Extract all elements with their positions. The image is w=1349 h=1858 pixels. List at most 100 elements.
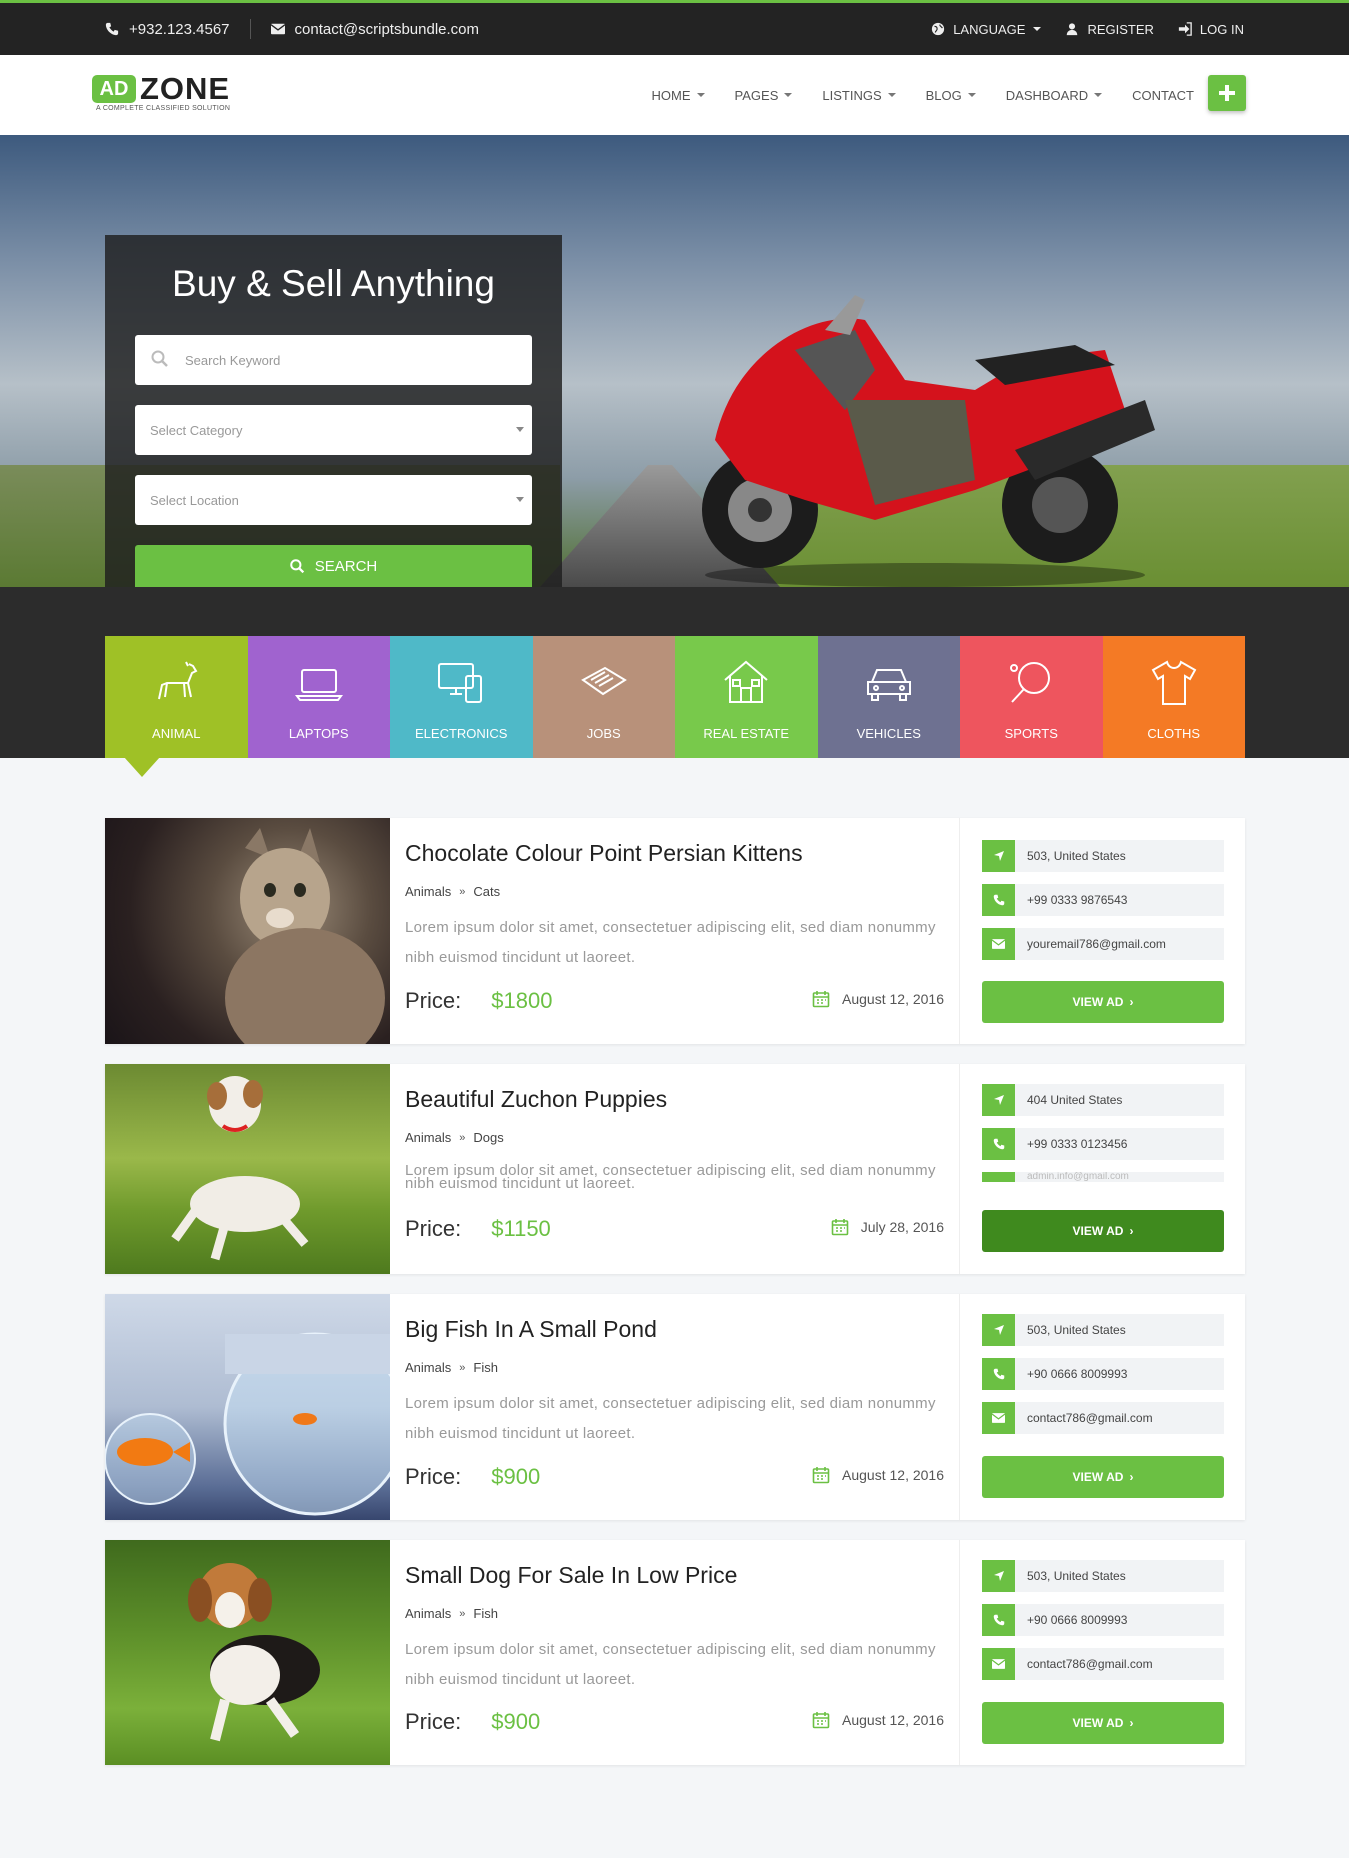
location-text: 404 United States [1027, 1093, 1123, 1107]
listing-title[interactable]: Beautiful Zuchon Puppies [405, 1086, 667, 1113]
view-ad-button[interactable]: VIEW AD › [982, 1210, 1224, 1252]
laptop-icon [294, 669, 343, 701]
category-link[interactable]: Animals [405, 1360, 451, 1375]
search-button[interactable]: SEARCH [135, 545, 532, 587]
nav-listings-label: LISTINGS [822, 87, 882, 103]
email-address: contact@scriptsbundle.com [294, 20, 480, 38]
category-link[interactable]: Animals [405, 1130, 451, 1145]
nav-listings[interactable]: LISTINGS [822, 87, 896, 103]
email-row: contact786@gmail.com [982, 1648, 1224, 1680]
divider [249, 19, 251, 39]
phone-contact[interactable]: +932.123.4567 [105, 21, 230, 38]
listing-card: Beautiful Zuchon Puppies Animals » Dogs … [105, 1064, 1245, 1274]
category-jobs[interactable]: JOBS [532, 636, 675, 758]
top-bar: +932.123.4567 contact@scriptsbundle.com … [0, 0, 1349, 55]
fishbowl-image [105, 1332, 390, 1516]
chevron-right-icon: › [1129, 1716, 1134, 1730]
calendar-icon [831, 1219, 849, 1236]
listing-image-dog[interactable] [105, 1064, 390, 1274]
logo-zone: ZONE [140, 71, 231, 106]
search-icon [289, 558, 304, 573]
listing-title[interactable]: Small Dog For Sale In Low Price [405, 1562, 737, 1589]
subcategory-link[interactable]: Cats [473, 884, 500, 899]
listing-card: Chocolate Colour Point Persian Kittens A… [105, 818, 1245, 1044]
location-row: 503, United States [982, 1314, 1224, 1346]
nav-dashboard[interactable]: DASHBOARD [1006, 88, 1103, 103]
register-link[interactable]: REGISTER [1065, 22, 1154, 37]
category-animal[interactable]: ANIMAL [105, 636, 248, 758]
listing-date: August 12, 2016 [812, 1711, 944, 1729]
location-arrow-icon [982, 1560, 1015, 1592]
nav-blog[interactable]: BLOG [926, 88, 976, 103]
active-category-pointer [124, 757, 160, 777]
category-select[interactable]: Select Category [135, 405, 532, 455]
listing-breadcrumb: Animals » Fish [405, 1606, 498, 1621]
caret-down-icon [887, 93, 896, 97]
category-electronics[interactable]: ELECTRONICS [390, 636, 533, 758]
nav-home-label: HOME [651, 87, 691, 103]
site-logo[interactable]: AD ZONE A COMPLETE CLASSIFIED SOLUTION [92, 71, 237, 115]
nav-home[interactable]: HOME [652, 88, 705, 103]
keyword-input[interactable]: Search Keyword [135, 335, 532, 385]
listing-description: Lorem ipsum dolor sit amet, consectetuer… [405, 1164, 936, 1190]
category-vehicles[interactable]: VEHICLES [817, 636, 960, 758]
listing-breadcrumb: Animals » Dogs [405, 1130, 504, 1145]
listing-body: Beautiful Zuchon Puppies Animals » Dogs … [390, 1064, 960, 1274]
listing-title[interactable]: Big Fish In A Small Pond [405, 1316, 657, 1343]
category-link[interactable]: Animals [405, 884, 451, 899]
post-ad-button[interactable] [1208, 75, 1246, 111]
view-ad-button[interactable]: VIEW AD › [982, 1702, 1224, 1744]
listing-title[interactable]: Chocolate Colour Point Persian Kittens [405, 840, 803, 867]
price-value: $900 [491, 1709, 541, 1734]
nav-pages[interactable]: PAGES [735, 88, 793, 103]
email-row: contact786@gmail.com [982, 1402, 1224, 1434]
phone-row: +90 0666 8009993 [982, 1604, 1224, 1636]
listing-image-beagle[interactable] [105, 1540, 390, 1765]
location-placeholder: Select Location [150, 492, 239, 508]
view-ad-button[interactable]: VIEW AD › [982, 1456, 1224, 1498]
phone-icon [982, 1358, 1015, 1390]
date-text: August 12, 2016 [842, 1467, 944, 1483]
location-text: 503, United States [1027, 1323, 1126, 1337]
keyword-placeholder: Search Keyword [185, 352, 281, 368]
location-select[interactable]: Select Location [135, 475, 532, 525]
email-contact[interactable]: contact@scriptsbundle.com [270, 20, 480, 38]
view-ad-button[interactable]: VIEW AD › [982, 981, 1224, 1023]
phone-icon [982, 1128, 1015, 1160]
plus-icon [1219, 85, 1235, 101]
ping-pong-icon [1010, 662, 1050, 703]
phone-icon [982, 1604, 1015, 1636]
view-ad-label: VIEW AD [1072, 995, 1124, 1009]
envelope-icon [982, 1172, 1015, 1182]
subcategory-link[interactable]: Dogs [473, 1130, 503, 1145]
puppy-image [171, 1076, 309, 1261]
category-sports[interactable]: SPORTS [960, 636, 1103, 758]
envelope-icon [982, 928, 1015, 960]
category-real-estate[interactable]: REAL ESTATE [675, 636, 818, 758]
category-link[interactable]: Animals [405, 1606, 451, 1621]
login-link[interactable]: LOG IN [1178, 22, 1244, 37]
view-ad-label: VIEW AD [1072, 1224, 1124, 1238]
subcategory-link[interactable]: Fish [473, 1606, 498, 1621]
devices-icon [438, 663, 482, 703]
category-label: REAL ESTATE [703, 726, 790, 741]
envelope-icon [982, 1402, 1015, 1434]
listing-image-cat[interactable] [105, 818, 390, 1044]
phone-text: +99 0333 0123456 [1027, 1137, 1128, 1151]
category-cloths[interactable]: CLOTHS [1102, 636, 1245, 758]
language-dropdown[interactable]: LANGUAGE [931, 22, 1042, 37]
calendar-icon [812, 991, 830, 1008]
listing-description: Lorem ipsum dolor sit amet, consectetuer… [405, 1641, 936, 1688]
listing-body: Chocolate Colour Point Persian Kittens A… [390, 818, 960, 1044]
location-text: 503, United States [1027, 849, 1126, 863]
double-chevron-icon: » [459, 885, 466, 898]
listing-card: Big Fish In A Small Pond Animals » Fish … [105, 1294, 1245, 1520]
listing-contact: 503, United States +99 0333 9876543 your… [960, 818, 1245, 1044]
nav-contact[interactable]: CONTACT [1132, 88, 1194, 103]
envelope-icon [982, 1648, 1015, 1680]
category-laptops[interactable]: LAPTOPS [247, 636, 390, 758]
double-chevron-icon: » [459, 1131, 466, 1144]
subcategory-link[interactable]: Fish [473, 1360, 498, 1375]
listing-date: August 12, 2016 [812, 1466, 944, 1484]
listing-image-fish[interactable] [105, 1294, 390, 1520]
